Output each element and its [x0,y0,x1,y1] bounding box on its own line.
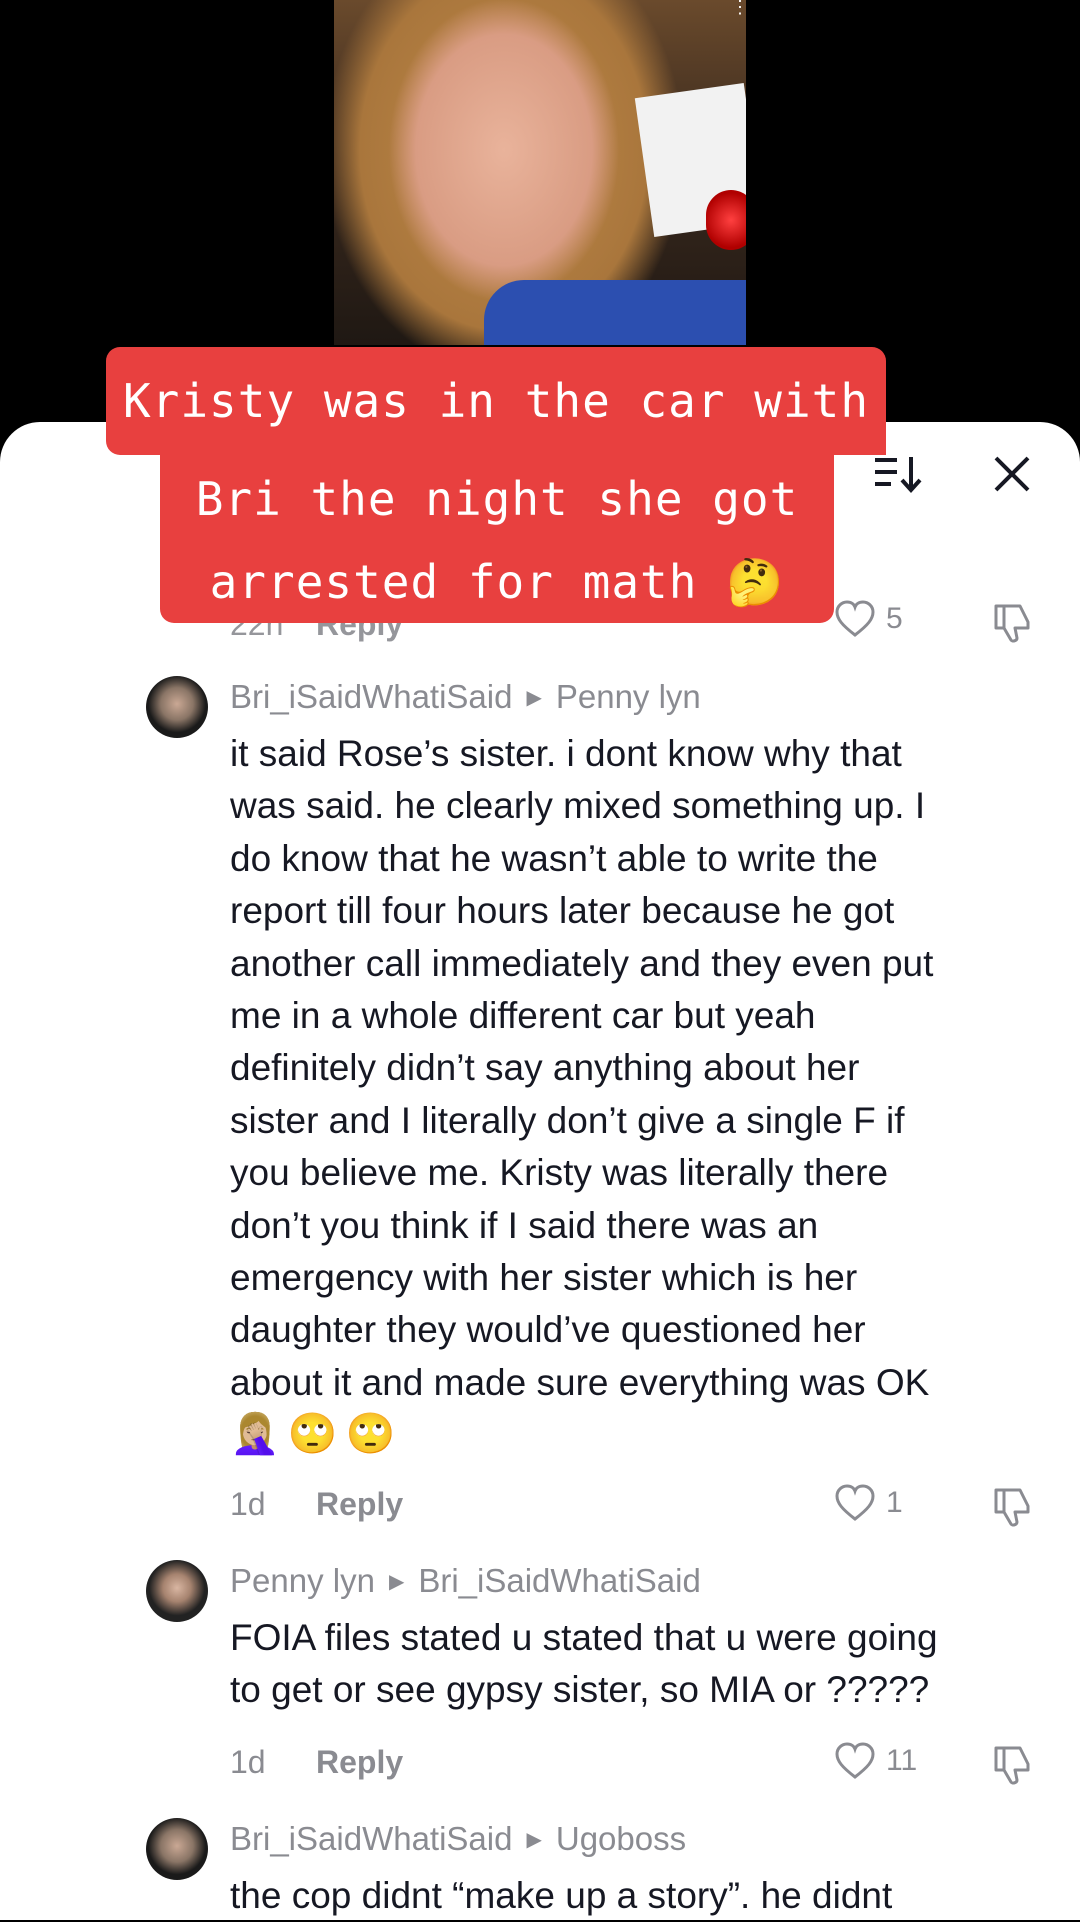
comment-author[interactable]: Bri_iSaidWhatiSaid [230,1820,512,1858]
video-background-light [706,190,746,250]
comment-text: FOIA files stated u stated that u were g… [230,1612,1050,1717]
comment-line: it said Rose’s sister. i dont know why t… [230,733,902,774]
comment-text: it said Rose’s sister. i dont know why t… [230,728,1050,1409]
comment-line: another call immediately and they even p… [230,942,934,984]
video-caption-line-3: arrested for math 🤔 [160,541,834,623]
avatar[interactable] [146,1818,208,1880]
reply-button[interactable]: Reply [316,1744,403,1781]
close-icon[interactable] [990,452,1034,496]
comment-emojis: 🤦🏼‍♀️ 🙄 🙄 [230,1408,395,1460]
reply-to-user[interactable]: Ugoboss [556,1820,686,1858]
reply-button[interactable]: Reply [316,1486,403,1523]
reply-to-user[interactable]: Bri_iSaidWhatiSaid [418,1562,700,1600]
comment-line: emergency with her sister which is her [230,1257,858,1299]
comment-time: 1d [230,1743,266,1780]
video-subject-shirt [484,280,746,345]
comment-line: about it and made sure everything was OK [230,1361,930,1403]
comment-line: don’t you think if I said there was an [230,1204,819,1246]
comment-text: the cop didnt “make up a story”. he didn… [230,1870,1050,1922]
avatar[interactable] [146,1560,208,1622]
like-button[interactable]: 1 [834,1484,903,1522]
comment-line: sister and I literally don’t give a sing… [230,1099,905,1141]
thumbs-down-icon[interactable] [990,1484,1034,1528]
comment-line: do know that he wasn’t able to write the [230,837,878,879]
comment-line: was said. he clearly mixed something up.… [230,785,926,827]
video-caption-line-2: Bri the night she got [160,455,834,543]
comment-time: 1d [230,1485,266,1522]
comment-author[interactable]: Penny lyn [230,1562,375,1600]
comment-line: report till four hours later because he … [230,890,895,932]
facepalm-emoji: 🤦🏼‍♀️ [230,1412,280,1456]
comment-line: the cop didnt “make up a story”. he didn… [230,1875,893,1916]
heart-outline-icon [835,1742,875,1779]
comment-meta: 1d Reply [230,1484,403,1524]
sort-icon[interactable] [873,454,923,494]
reply-arrow-icon: ▶ [526,1828,542,1851]
like-count: 11 [886,1744,918,1777]
comment-line: daughter they would’ve questioned her [230,1309,866,1351]
heart-outline-icon [835,600,875,637]
thumbs-down-icon[interactable] [990,1742,1034,1786]
comment-line: FOIA files stated u stated that u were g… [230,1617,938,1658]
like-button[interactable]: 11 [834,1742,917,1780]
reply-to-user[interactable]: Penny lyn [556,678,701,716]
reply-arrow-icon: ▶ [526,686,542,709]
like-button[interactable]: 5 [834,600,903,638]
comment-line: you believe me. Kristy was literally the… [230,1152,889,1194]
comment-header: Bri_iSaidWhatiSaid ▶ Ugoboss [230,1820,686,1858]
comment-line: definitely didn’t say anything about her [230,1047,860,1089]
comment-header: Penny lyn ▶ Bri_iSaidWhatiSaid [230,1562,701,1600]
like-count: 5 [886,602,903,635]
thumbs-down-icon[interactable] [990,600,1034,644]
comment-meta: 1d Reply [230,1742,403,1782]
heart-outline-icon [835,1484,875,1521]
video-caption-line-1: Kristy was in the car with [106,347,886,455]
more-options-icon[interactable]: ⋮ [731,0,749,16]
reply-arrow-icon: ▶ [388,1570,405,1593]
video-frame[interactable] [334,0,746,345]
comment-line: me in a whole different car but yeah [230,995,816,1037]
like-count: 1 [886,1486,903,1519]
eye-roll-emoji: 🙄 [345,1412,396,1456]
comment-line: to get or see gypsy sister, so MIA or ??… [230,1669,930,1711]
comment-author[interactable]: Bri_iSaidWhatiSaid [230,678,512,716]
eye-roll-emoji: 🙄 [287,1412,338,1456]
avatar[interactable] [146,676,208,738]
comment-header: Bri_iSaidWhatiSaid ▶ Penny lyn [230,678,701,716]
